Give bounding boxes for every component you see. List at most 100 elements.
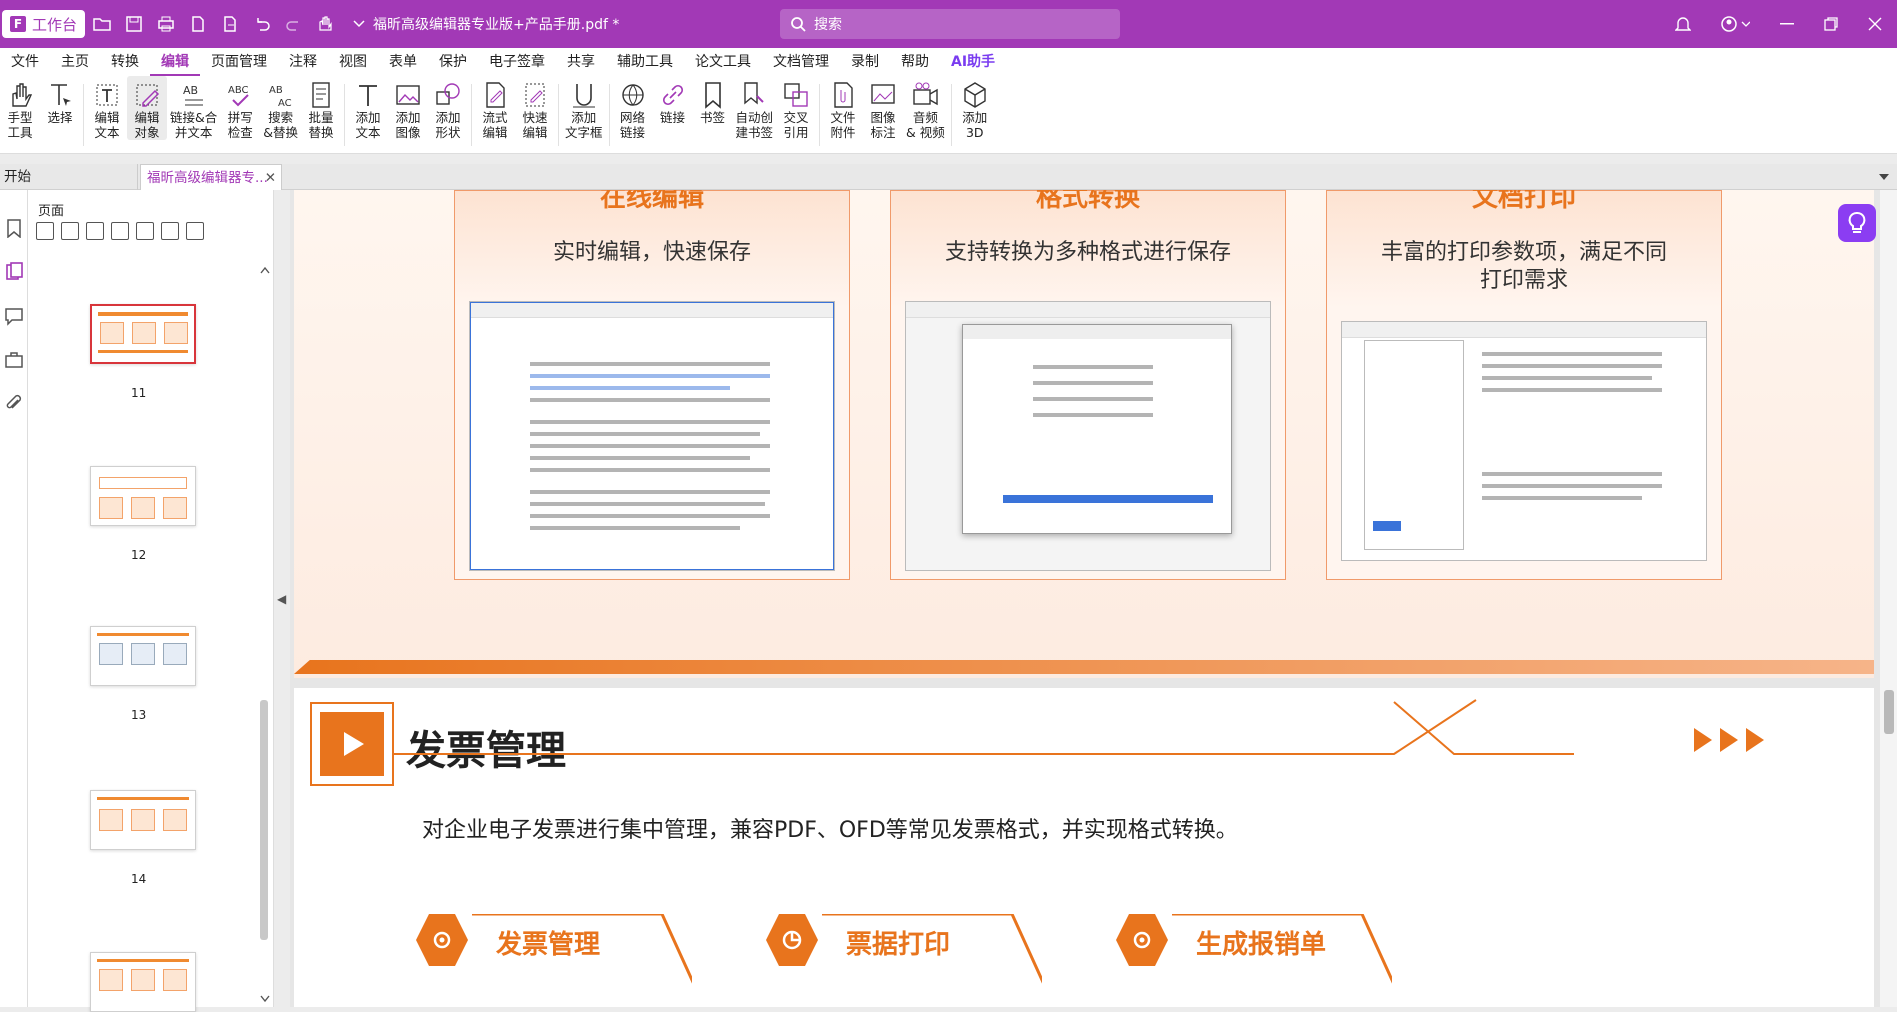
tab-start[interactable]: 开始 bbox=[0, 164, 138, 190]
print-icon[interactable] bbox=[151, 9, 181, 39]
attachment-panel-icon[interactable] bbox=[4, 394, 24, 414]
thumbnail-scroll-down-icon[interactable] bbox=[260, 995, 270, 1003]
page-thumbnails-icon[interactable] bbox=[4, 262, 24, 282]
page-thumbnail-12[interactable] bbox=[90, 466, 196, 526]
page-thumbnail-11[interactable] bbox=[90, 304, 196, 364]
search-input[interactable]: 搜索 bbox=[780, 9, 1120, 39]
ribbon-button-label: 拼写 检查 bbox=[227, 110, 253, 140]
document-tab-bar: 开始 福昕高级编辑器专... ✕ bbox=[0, 164, 1897, 190]
security-panel-icon[interactable] bbox=[4, 350, 24, 370]
thumbnail-toolbar bbox=[36, 222, 204, 240]
menu-item-3[interactable]: 编辑 bbox=[150, 48, 200, 76]
menu-item-12[interactable]: 论文工具 bbox=[684, 48, 762, 76]
section-description: 对企业电子发票进行集中管理，兼容PDF、OFD等常见发票格式，并实现格式转换。 bbox=[422, 818, 1238, 843]
menu-item-0[interactable]: 文件 bbox=[0, 48, 50, 76]
ribbon-button-edit-object[interactable]: 编辑 对象 bbox=[127, 76, 167, 140]
menu-item-16[interactable]: AI助手 bbox=[940, 48, 1006, 76]
redo-icon[interactable] bbox=[279, 9, 309, 39]
minimize-icon[interactable] bbox=[1765, 0, 1809, 48]
svg-text:AC: AC bbox=[278, 98, 292, 109]
document-viewer[interactable]: 在线编辑 实时编辑，快速保存 格式转换 支持转换为多种格式进行保存 文档打印 丰… bbox=[290, 190, 1880, 1007]
tab-document[interactable]: 福昕高级编辑器专... ✕ bbox=[140, 164, 282, 190]
editor-screenshot-image bbox=[469, 301, 835, 571]
ai-assistant-bulb-icon[interactable] bbox=[1838, 204, 1876, 242]
thumbnail-scroll-up-icon[interactable] bbox=[260, 266, 270, 274]
ribbon-button-batch-replace[interactable]: 批量 替换 bbox=[301, 76, 341, 140]
ribbon-button-link-merge-text[interactable]: AB 链接&合 并文本 bbox=[167, 76, 220, 140]
ribbon-button-search-replace[interactable]: AB AC 搜索 &替换 bbox=[260, 76, 301, 140]
ribbon-button-add-image[interactable]: 添加 图像 bbox=[388, 76, 428, 140]
bookmark-panel-icon[interactable] bbox=[4, 218, 24, 238]
rotate-left-icon[interactable] bbox=[86, 222, 104, 240]
collapse-panel-icon[interactable]: ◀ bbox=[277, 592, 286, 606]
ribbon-button-add-textbox[interactable]: 添加 文字框 bbox=[562, 76, 606, 140]
menu-item-1[interactable]: 主页 bbox=[50, 48, 100, 76]
restore-icon[interactable] bbox=[1809, 0, 1853, 48]
menu-item-15[interactable]: 帮助 bbox=[890, 48, 940, 76]
menu-item-9[interactable]: 电子签章 bbox=[478, 48, 556, 76]
menu-item-6[interactable]: 视图 bbox=[328, 48, 378, 76]
new-doc-icon[interactable] bbox=[183, 9, 213, 39]
menu-item-10[interactable]: 共享 bbox=[556, 48, 606, 76]
ribbon-button-label: 添加 形状 bbox=[435, 110, 461, 140]
rotate-right-icon[interactable] bbox=[111, 222, 129, 240]
convert-screenshot-image bbox=[905, 301, 1271, 571]
ribbon-button-auto-bookmark[interactable]: 自动创 建书签 bbox=[733, 76, 777, 140]
ribbon-button-link[interactable]: 链接 bbox=[653, 76, 693, 125]
menu-item-14[interactable]: 录制 bbox=[840, 48, 890, 76]
ribbon-button-select[interactable]: 选择 bbox=[40, 76, 80, 125]
ribbon-button-cross-reference[interactable]: 交叉 引用 bbox=[776, 76, 816, 140]
page-properties-icon[interactable] bbox=[186, 222, 204, 240]
page-thumbnail-13[interactable] bbox=[90, 626, 196, 686]
viewer-scrollbar-thumb[interactable] bbox=[1884, 690, 1894, 734]
page-thumbnail-15[interactable] bbox=[90, 952, 196, 1012]
undo-icon[interactable] bbox=[247, 9, 277, 39]
tab-list-chevron-icon[interactable] bbox=[1879, 173, 1889, 181]
menu-item-4[interactable]: 页面管理 bbox=[200, 48, 278, 76]
ribbon-button-add-3d[interactable]: 添加 3D bbox=[955, 76, 995, 140]
bell-icon[interactable] bbox=[1661, 0, 1705, 48]
print-screenshot-image bbox=[1341, 321, 1707, 561]
hand-tool-quick-icon[interactable] bbox=[311, 9, 341, 39]
ribbon-separator bbox=[83, 84, 84, 146]
page-thumbnail-14[interactable] bbox=[90, 790, 196, 850]
thumbnail-scrollbar[interactable] bbox=[260, 700, 268, 940]
ribbon-button-image-annotation[interactable]: 图像 标注 bbox=[863, 76, 903, 140]
menu-item-11[interactable]: 辅助工具 bbox=[606, 48, 684, 76]
ribbon-button-file-attachment[interactable]: 文件 附件 bbox=[823, 76, 863, 140]
chevron-down-icon[interactable] bbox=[353, 19, 365, 29]
ribbon-button-web-link[interactable]: 网络 链接 bbox=[613, 76, 653, 140]
tab-close-icon[interactable]: ✕ bbox=[265, 165, 276, 190]
menu-item-5[interactable]: 注释 bbox=[278, 48, 328, 76]
extract-page-icon[interactable] bbox=[136, 222, 154, 240]
viewer-scrollbar[interactable] bbox=[1880, 190, 1897, 1007]
save-icon[interactable] bbox=[119, 9, 149, 39]
ribbon-button-audio-video[interactable]: 音频 & 视频 bbox=[903, 76, 948, 140]
ribbon-button-label: 添加 文字框 bbox=[565, 110, 603, 140]
menu-item-2[interactable]: 转换 bbox=[100, 48, 150, 76]
close-icon[interactable] bbox=[1853, 0, 1897, 48]
replace-page-icon[interactable] bbox=[161, 222, 179, 240]
ribbon-button-quick-edit[interactable]: 快速 编辑 bbox=[515, 76, 555, 140]
ribbon-button-add-shape[interactable]: 添加 形状 bbox=[428, 76, 468, 140]
insert-page-icon[interactable] bbox=[36, 222, 54, 240]
ribbon-button-label: 快速 编辑 bbox=[522, 110, 548, 140]
ribbon-button-label: 添加 文本 bbox=[355, 110, 381, 140]
tab-document-label: 福昕高级编辑器专... bbox=[147, 170, 268, 186]
delete-page-icon[interactable] bbox=[61, 222, 79, 240]
ribbon-button-edit-text[interactable]: 编辑 文本 bbox=[87, 76, 127, 140]
workbench-button[interactable]: F 工作台 bbox=[2, 10, 86, 38]
open-icon[interactable] bbox=[87, 9, 117, 39]
account-icon[interactable] bbox=[1705, 0, 1765, 48]
document-title: 福昕高级编辑器专业版+产品手册.pdf * bbox=[353, 14, 619, 34]
ribbon-button-flow-edit[interactable]: 流式 编辑 bbox=[475, 76, 515, 140]
comments-panel-icon[interactable] bbox=[4, 306, 24, 326]
ribbon-button-bookmark[interactable]: 书签 bbox=[693, 76, 733, 125]
ribbon-button-spellcheck[interactable]: ABC 拼写 检查 bbox=[220, 76, 260, 140]
ribbon-button-add-text[interactable]: 添加 文本 bbox=[348, 76, 388, 140]
menu-item-7[interactable]: 表单 bbox=[378, 48, 428, 76]
menu-item-13[interactable]: 文档管理 bbox=[762, 48, 840, 76]
ribbon-button-hand[interactable]: 手型 工具 bbox=[0, 76, 40, 140]
menu-item-8[interactable]: 保护 bbox=[428, 48, 478, 76]
export-icon[interactable] bbox=[215, 9, 245, 39]
